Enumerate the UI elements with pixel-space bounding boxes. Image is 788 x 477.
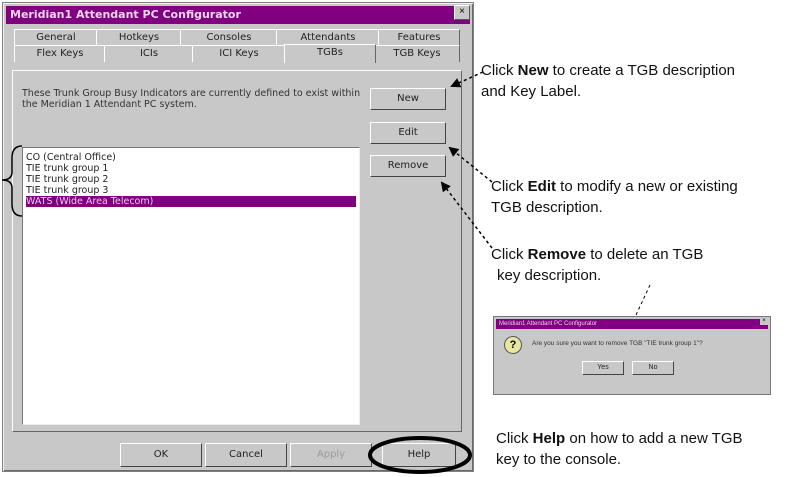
yes-button[interactable]: Yes (582, 361, 624, 375)
callout-edit: Click Edit to modify a new or existing T… (491, 178, 738, 216)
confirm-dialog: Meridian1 Attendant PC Configurator × ? … (493, 316, 771, 395)
callout-remove: Click Remove to delete an TGB key descri… (491, 246, 704, 284)
arrow-edit (448, 146, 493, 183)
tab-tgbs[interactable]: TGBs (284, 44, 376, 63)
confirm-message: Are you sure you want to remove TGB "TIE… (532, 340, 703, 347)
arrow-new (450, 71, 484, 88)
arrow-remove (440, 181, 493, 249)
callout-new: Click New to create a TGB description an… (481, 62, 735, 100)
callout-help: Click Help on how to add a new TGB key t… (496, 430, 743, 468)
confirm-dialog-title: Meridian1 Attendant PC Configurator (496, 319, 768, 329)
close-icon[interactable]: × (760, 318, 768, 325)
list-bracket (1, 145, 23, 217)
help-highlight-ellipse (368, 436, 472, 474)
question-icon: ? (504, 336, 522, 354)
no-button[interactable]: No (632, 361, 674, 375)
